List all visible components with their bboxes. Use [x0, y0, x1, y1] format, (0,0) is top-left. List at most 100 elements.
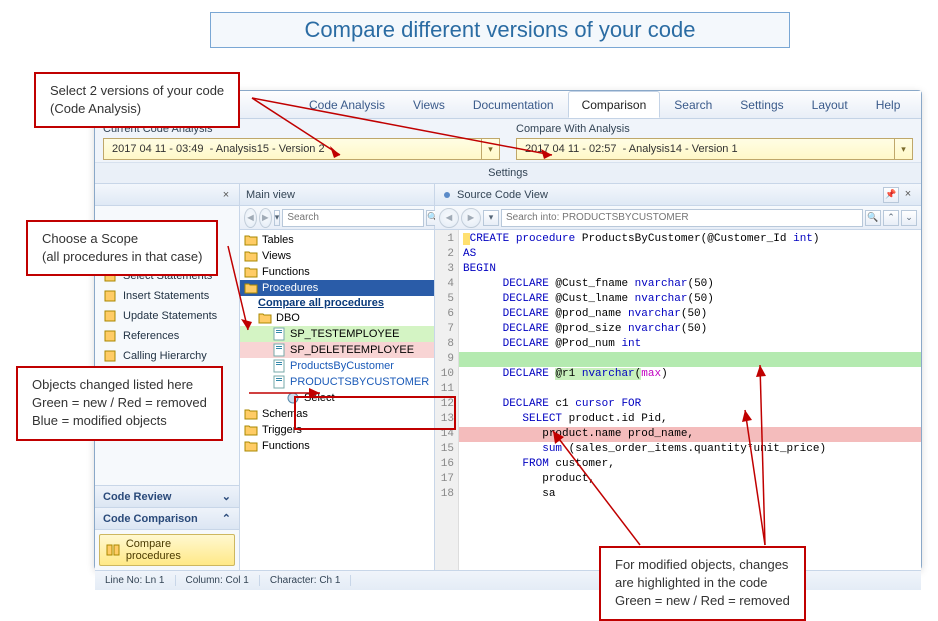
- code-line-5: DECLARE @Cust_lname nvarchar(50): [459, 292, 921, 307]
- scope-item-references[interactable]: References: [95, 326, 239, 346]
- code-line-17: product,: [459, 472, 921, 487]
- menu-tab-comparison[interactable]: Comparison: [568, 91, 661, 118]
- code-collapse-icon[interactable]: ⌃: [883, 210, 899, 226]
- tree-item-procedures[interactable]: Procedures: [240, 280, 434, 296]
- tree-search-input[interactable]: [282, 209, 424, 227]
- scope-item-update-statements[interactable]: Update Statements: [95, 306, 239, 326]
- code-line-6: DECLARE @prod_name nvarchar(50): [459, 307, 921, 322]
- callout-objects-changed: Objects changed listed hereGreen = new /…: [16, 366, 223, 441]
- scope-item-insert-statements[interactable]: Insert Statements: [95, 286, 239, 306]
- bullet-icon: [441, 189, 453, 201]
- compare-icon: [106, 543, 120, 557]
- nav-back-icon[interactable]: ◄: [244, 208, 257, 228]
- code-line-14: product.name prod_name,: [459, 427, 921, 442]
- code-expand-icon[interactable]: ⌄: [901, 210, 917, 226]
- code-line-12: DECLARE c1 cursor FOR: [459, 397, 921, 412]
- callout-select-versions: Select 2 versions of your code(Code Anal…: [34, 72, 240, 128]
- code-line-1: CREATE procedure ProductsByCustomer(@Cus…: [459, 232, 921, 247]
- folder-icon: [244, 423, 258, 437]
- nav-fwd-icon[interactable]: ►: [259, 208, 272, 228]
- code-area[interactable]: 123456789101112131415161718 CREATE proce…: [435, 230, 921, 570]
- code-line-4: DECLARE @Cust_fname nvarchar(50): [459, 277, 921, 292]
- accordion-code-comparison[interactable]: Code Comparison⌃: [95, 508, 239, 530]
- object-tree: TablesViewsFunctionsProceduresCompare al…: [240, 230, 434, 570]
- tree-item-tables[interactable]: Tables: [240, 232, 434, 248]
- menu-tab-settings[interactable]: Settings: [726, 91, 797, 118]
- compare-analysis-label: Compare With Analysis: [516, 123, 913, 135]
- scope-icon: [103, 289, 117, 303]
- tree-toolbar: ◄ ► ▾ 🔍 ⌃ ⌄: [240, 206, 434, 230]
- code-line-8: DECLARE @Prod_num int: [459, 337, 921, 352]
- code-line-13: SELECT product.id Pid,: [459, 412, 921, 427]
- current-analysis-input[interactable]: [103, 138, 482, 160]
- menu-tab-help[interactable]: Help: [862, 91, 915, 118]
- compare-analysis-input[interactable]: [516, 138, 895, 160]
- source-pane: Source Code View 📌 × ◄ ► ▾ 🔍 ⌃ ⌄ 1234567…: [435, 184, 921, 570]
- close-source-icon[interactable]: ×: [901, 187, 915, 201]
- tree-item-compare-all[interactable]: Compare all procedures: [240, 296, 434, 310]
- code-nav-back-icon[interactable]: ◄: [439, 208, 459, 228]
- code-line-11: [459, 382, 921, 397]
- proc-icon: [272, 359, 286, 373]
- tree-item-dbo[interactable]: DBO: [240, 310, 434, 326]
- code-line-2: AS: [459, 247, 921, 262]
- code-line-3: BEGIN: [459, 262, 921, 277]
- code-line-16: FROM customer,: [459, 457, 921, 472]
- folder-icon: [258, 311, 272, 325]
- code-toolbar: ◄ ► ▾ 🔍 ⌃ ⌄: [435, 206, 921, 230]
- scope-icon: [103, 329, 117, 343]
- tree-item-select[interactable]: Select: [240, 390, 434, 406]
- compare-procedures-button[interactable]: Compare procedures: [99, 534, 235, 566]
- tree-item-sp-delete[interactable]: SP_DELETEEMPLOYEE: [240, 342, 434, 358]
- code-search-icon[interactable]: 🔍: [865, 210, 881, 226]
- folder-icon: [244, 265, 258, 279]
- tree-item-functions2[interactable]: Functions: [240, 438, 434, 454]
- scope-item-calling-hierarchy[interactable]: Calling Hierarchy: [95, 346, 239, 366]
- callout-code-highlights: For modified objects, changesare highlig…: [599, 546, 806, 621]
- tree-item-triggers[interactable]: Triggers: [240, 422, 434, 438]
- status-line: Line No: Ln 1: [95, 575, 176, 586]
- page-title-banner: Compare different versions of your code: [210, 12, 790, 48]
- folder-icon: [244, 439, 258, 453]
- tree-item-sp-test[interactable]: SP_TESTEMPLOYEE: [240, 326, 434, 342]
- main-view-tab[interactable]: Main view: [240, 184, 434, 206]
- menu-tab-layout[interactable]: Layout: [798, 91, 862, 118]
- scope-pane-header: ×: [95, 184, 239, 206]
- folder-icon: [244, 233, 258, 247]
- accordion-code-review[interactable]: Code Review⌄: [95, 486, 239, 508]
- tree-item-pbc-upper[interactable]: PRODUCTSBYCUSTOMER: [240, 374, 434, 390]
- menu-tab-documentation[interactable]: Documentation: [459, 91, 568, 118]
- select-icon: [286, 391, 300, 405]
- compare-analysis-dropdown[interactable]: ▾: [895, 138, 913, 160]
- current-analysis-dropdown[interactable]: ▾: [482, 138, 500, 160]
- line-gutter: 123456789101112131415161718: [435, 230, 459, 570]
- code-line-18: sa: [459, 487, 921, 502]
- status-col: Column: Col 1: [176, 575, 260, 586]
- app-window: Code AnalysisViewsDocumentationCompariso…: [94, 90, 922, 570]
- close-icon[interactable]: ×: [219, 188, 233, 202]
- folder-icon: [244, 249, 258, 263]
- code-line-10: DECLARE @r1 nvarchar(max): [459, 367, 921, 382]
- status-char: Character: Ch 1: [260, 575, 352, 586]
- settings-bar[interactable]: Settings: [95, 163, 921, 184]
- callout-choose-scope: Choose a Scope(all procedures in that ca…: [26, 220, 218, 276]
- code-nav-dropdown-icon[interactable]: ▾: [483, 210, 499, 226]
- nav-dropdown-icon[interactable]: ▾: [274, 210, 281, 226]
- folder-icon: [244, 281, 258, 295]
- tree-item-schemas[interactable]: Schemas: [240, 406, 434, 422]
- tree-item-pbc-lower[interactable]: ProductsByCustomer: [240, 358, 434, 374]
- code-line-9: [459, 352, 921, 367]
- pin-icon[interactable]: 📌: [883, 187, 899, 203]
- code-nav-fwd-icon[interactable]: ►: [461, 208, 481, 228]
- scope-icon: [103, 309, 117, 323]
- code-line-7: DECLARE @prod_size nvarchar(50): [459, 322, 921, 337]
- tree-item-views[interactable]: Views: [240, 248, 434, 264]
- code-search-input[interactable]: [501, 209, 863, 227]
- tree-item-functions[interactable]: Functions: [240, 264, 434, 280]
- source-view-tab[interactable]: Source Code View 📌 ×: [435, 184, 921, 206]
- menu-tab-search[interactable]: Search: [660, 91, 726, 118]
- menu-tab-views[interactable]: Views: [399, 91, 459, 118]
- tree-pane: Main view ◄ ► ▾ 🔍 ⌃ ⌄ TablesViewsFunctio…: [240, 184, 435, 570]
- code-lines: CREATE procedure ProductsByCustomer(@Cus…: [459, 230, 921, 570]
- menu-tab-code-analysis[interactable]: Code Analysis: [295, 91, 399, 118]
